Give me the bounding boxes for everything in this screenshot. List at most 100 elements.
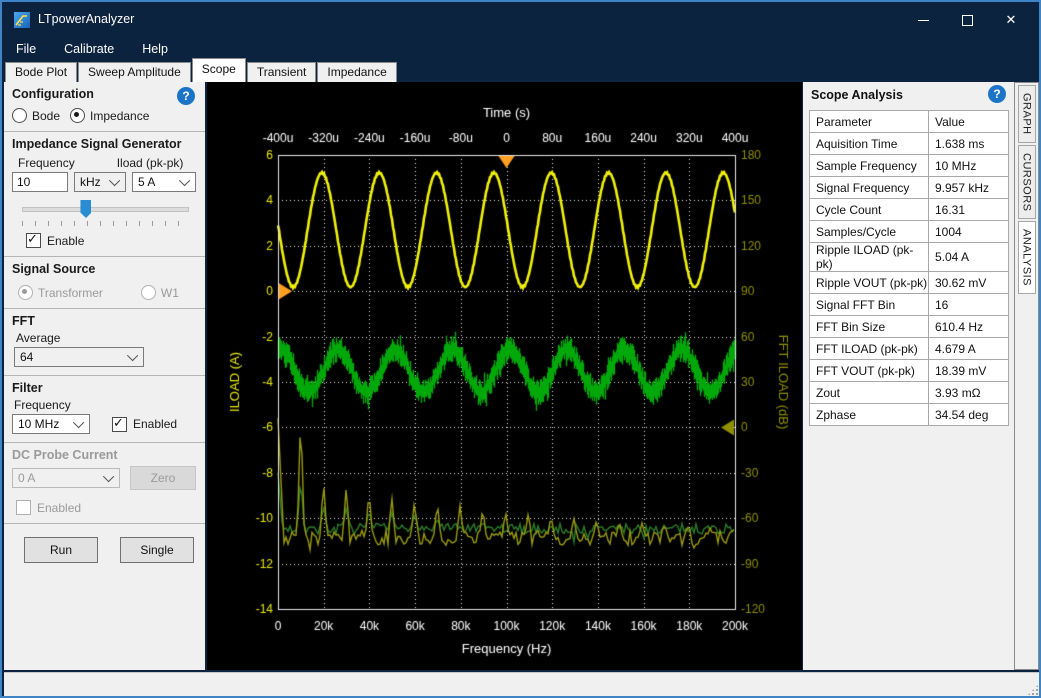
tab-scope[interactable]: Scope <box>192 58 246 82</box>
fft-heading: FFT <box>12 314 199 328</box>
iload-dropdown[interactable]: 5 A <box>132 172 196 192</box>
tab-transient[interactable]: Transient <box>247 62 317 82</box>
filter-enabled-checkbox[interactable] <box>112 417 127 432</box>
value-cell: 1004 <box>929 221 1009 243</box>
value-cell: 9.957 kHz <box>929 177 1009 199</box>
analysis-table: Parameter Value Aquisition Time1.638 msS… <box>809 110 1009 426</box>
value-cell: 16 <box>929 294 1009 316</box>
minimize-button[interactable] <box>901 2 945 38</box>
iload-label: Iload (pk-pk) <box>117 156 184 170</box>
filter-section: Filter Frequency 10 MHz Enabled <box>4 376 205 443</box>
filter-frequency-dropdown[interactable]: 10 MHz <box>12 414 90 434</box>
frequency-label: Frequency <box>18 156 75 170</box>
fft-section: FFT Average 64 <box>4 309 205 376</box>
param-column-header: Parameter <box>810 111 929 133</box>
maximize-button[interactable] <box>945 2 989 38</box>
table-row: Zout3.93 mΩ <box>810 382 1009 404</box>
zero-button[interactable]: Zero <box>130 466 196 490</box>
dc-probe-dropdown[interactable]: 0 A <box>12 468 120 488</box>
close-button[interactable]: ✕ <box>989 2 1033 38</box>
w1-radio-label: W1 <box>161 286 179 300</box>
window-title: LTpowerAnalyzer <box>38 12 134 26</box>
dc-probe-enabled-checkbox[interactable] <box>16 500 31 515</box>
configuration-help-icon[interactable]: ? <box>177 87 195 105</box>
table-row: Cycle Count16.31 <box>810 199 1009 221</box>
tab-sweep-amplitude[interactable]: Sweep Amplitude <box>78 62 191 82</box>
param-cell: FFT VOUT (pk-pk) <box>810 360 929 382</box>
frequency-slider[interactable] <box>22 200 189 226</box>
fft-average-label: Average <box>16 331 199 345</box>
param-cell: FFT ILOAD (pk-pk) <box>810 338 929 360</box>
param-cell: Aquisition Time <box>810 133 929 155</box>
analysis-help-icon[interactable]: ? <box>988 85 1006 103</box>
enable-checkbox[interactable] <box>26 233 41 248</box>
signal-generator-heading: Impedance Signal Generator <box>12 137 199 151</box>
table-row: Aquisition Time1.638 ms <box>810 133 1009 155</box>
param-cell: Sample Frequency <box>810 155 929 177</box>
value-cell: 5.04 A <box>929 243 1009 272</box>
dc-probe-value: 0 A <box>18 471 35 485</box>
param-cell: Signal FFT Bin <box>810 294 929 316</box>
transformer-radio[interactable] <box>18 285 33 300</box>
param-cell: Ripple ILOAD (pk-pk) <box>810 243 929 272</box>
slider-thumb[interactable] <box>80 200 91 218</box>
value-cell: 30.62 mV <box>929 272 1009 294</box>
side-tab-cursors[interactable]: CURSORS <box>1018 145 1036 220</box>
w1-radio[interactable] <box>141 285 156 300</box>
analysis-heading: Scope Analysis <box>811 88 903 102</box>
chevron-down-icon <box>73 417 84 428</box>
resize-grip-icon[interactable] <box>1028 685 1038 695</box>
analysis-panel: Scope Analysis ? Parameter Value Aquisit… <box>803 82 1014 670</box>
close-icon: ✕ <box>1006 12 1017 28</box>
value-cell: 10 MHz <box>929 155 1009 177</box>
frequency-input[interactable] <box>12 172 68 192</box>
dc-probe-section: DC Probe Current 0 A Zero Enabled <box>4 443 205 524</box>
scope-plot-canvas[interactable] <box>207 82 802 670</box>
table-row: Samples/Cycle1004 <box>810 221 1009 243</box>
frequency-unit-value: kHz <box>80 175 101 189</box>
menu-calibrate[interactable]: Calibrate <box>50 42 128 56</box>
table-row: FFT Bin Size610.4 Hz <box>810 316 1009 338</box>
value-cell: 34.54 deg <box>929 404 1009 426</box>
param-cell: Signal Frequency <box>810 177 929 199</box>
single-button[interactable]: Single <box>120 537 194 563</box>
transformer-radio-label: Transformer <box>38 286 103 300</box>
filter-enabled-label: Enabled <box>133 417 177 431</box>
slider-track <box>22 207 189 212</box>
run-button[interactable]: Run <box>24 537 98 563</box>
value-column-header: Value <box>929 111 1009 133</box>
minimize-icon <box>918 20 929 21</box>
menu-help[interactable]: Help <box>128 42 182 56</box>
analysis-table-body: Aquisition Time1.638 msSample Frequency1… <box>810 133 1009 426</box>
bode-radio[interactable] <box>12 108 27 123</box>
param-cell: Samples/Cycle <box>810 221 929 243</box>
config-panel: Configuration ? Bode Impedance Impedance… <box>4 82 205 670</box>
value-cell: 4.679 A <box>929 338 1009 360</box>
tab-impedance[interactable]: Impedance <box>317 62 396 82</box>
status-bar: Analog Devices M2k Rev.D (Z7010) LB3031A… <box>4 672 1041 698</box>
table-header-row: Parameter Value <box>810 111 1009 133</box>
menu-file[interactable]: File <box>2 42 50 56</box>
impedance-radio-label: Impedance <box>90 109 149 123</box>
filter-heading: Filter <box>12 381 199 395</box>
table-row: Signal FFT Bin16 <box>810 294 1009 316</box>
tab-bode-plot[interactable]: Bode Plot <box>5 62 77 82</box>
configuration-section: Configuration ? Bode Impedance <box>4 82 205 132</box>
table-row: Ripple ILOAD (pk-pk)5.04 A <box>810 243 1009 272</box>
tab-bar: Bode Plot Sweep Amplitude Scope Transien… <box>5 60 1040 82</box>
iload-value: 5 A <box>138 175 155 189</box>
signal-generator-section: Impedance Signal Generator Frequency Ilo… <box>4 132 205 257</box>
fft-average-dropdown[interactable]: 64 <box>14 347 144 367</box>
frequency-unit-dropdown[interactable]: kHz <box>74 172 126 192</box>
title-bar[interactable]: LTpowerAnalyzer ✕ <box>2 2 1039 38</box>
dc-probe-enabled-label: Enabled <box>37 501 81 515</box>
impedance-radio[interactable] <box>70 108 85 123</box>
analysis-heading-row: Scope Analysis ? <box>803 82 1014 108</box>
side-tab-analysis[interactable]: ANALYSIS <box>1018 221 1036 294</box>
side-tab-graph[interactable]: GRAPH <box>1018 85 1036 143</box>
value-cell: 18.39 mV <box>929 360 1009 382</box>
enable-checkbox-label: Enable <box>47 234 84 248</box>
dc-probe-heading: DC Probe Current <box>12 448 199 462</box>
chevron-down-icon <box>127 350 138 361</box>
configuration-heading: Configuration <box>12 87 199 101</box>
